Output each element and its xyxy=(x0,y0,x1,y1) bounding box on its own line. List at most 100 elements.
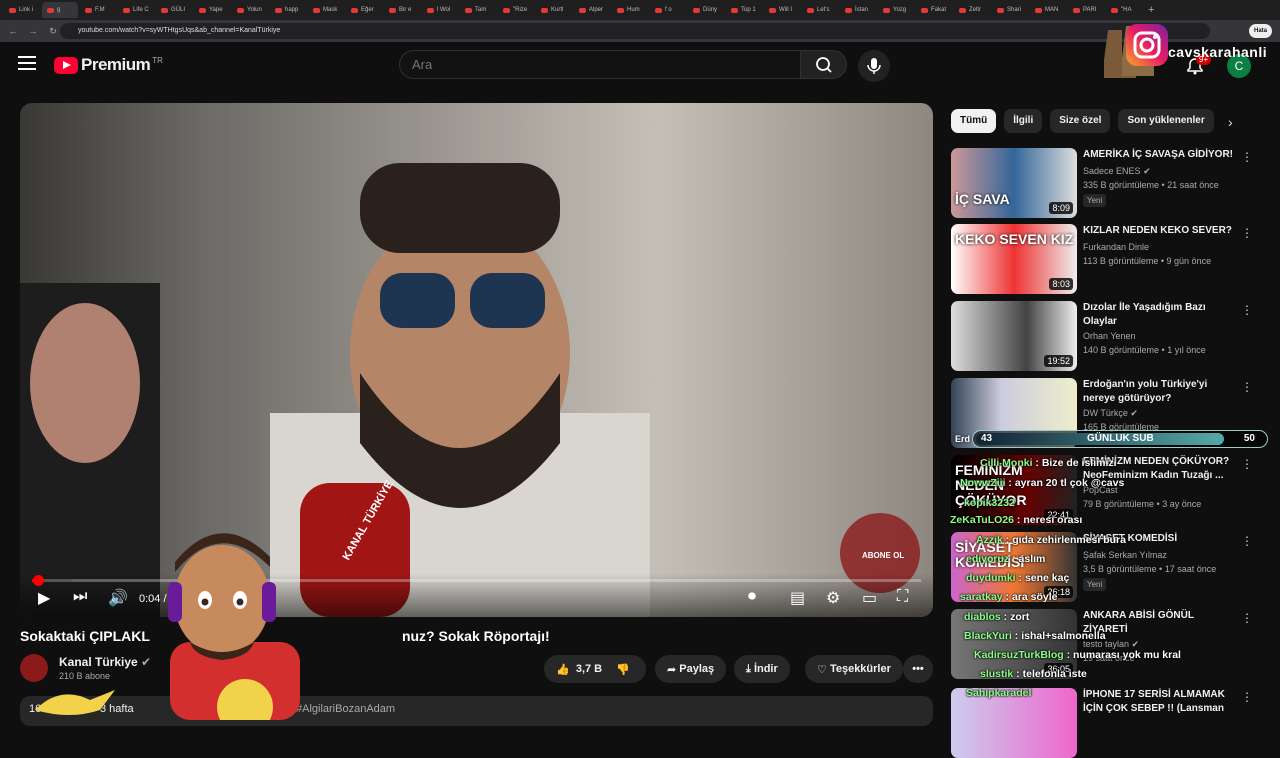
more-actions-button[interactable]: ••• xyxy=(903,655,933,683)
browser-tab[interactable]: l Wol xyxy=(422,2,458,18)
video-thumbnail[interactable]: 19:52 xyxy=(951,301,1077,371)
scrubber-handle[interactable] xyxy=(33,575,44,586)
browser-tab[interactable]: Link i xyxy=(4,2,40,18)
browser-tab[interactable]: Eğer xyxy=(346,2,382,18)
chat-message: Cilli Monki : Bize de islimizi xyxy=(980,457,1117,469)
download-button[interactable]: ⤓ İndir xyxy=(734,655,790,683)
video-title[interactable]: İPHONE 17 SERİSİ ALMAMAK İÇİN ÇOK SEBEP … xyxy=(1083,688,1233,716)
chat-username: diablos xyxy=(964,611,1001,623)
more-dots-icon[interactable]: ⋮ xyxy=(1241,380,1253,394)
chat-username: ZeKaTuLO26 xyxy=(950,514,1014,526)
more-dots-icon[interactable]: ⋮ xyxy=(1241,611,1253,625)
more-dots-icon[interactable]: ⋮ xyxy=(1241,534,1253,548)
browser-tab[interactable]: Kurtl xyxy=(536,2,572,18)
channel-name[interactable]: Furkandan Dinle xyxy=(1083,242,1149,252)
channel-avatar[interactable] xyxy=(20,654,48,682)
browser-tab[interactable]: Shari xyxy=(992,2,1028,18)
hashtag-link[interactable]: #AlgilariBozanAdam xyxy=(296,703,395,715)
thumbs-down-icon[interactable]: 👎 xyxy=(616,663,630,676)
browser-tab[interactable]: Tam xyxy=(460,2,496,18)
browser-tab[interactable]: GÜLI xyxy=(156,2,192,18)
browser-tab[interactable]: g xyxy=(42,2,78,18)
chip-3[interactable]: Son yüklenenler xyxy=(1118,109,1214,133)
sidebar-video-item[interactable]: 19:52 Dızolar İle Yaşadığım Bazı Olaylar O… xyxy=(951,301,1253,371)
browser-tab[interactable]: F.M xyxy=(80,2,116,18)
new-badge: Yeni xyxy=(1083,194,1107,207)
sidebar-video-item[interactable]: KEKO SEVEN KIZ 8:03 KIZLAR NEDEN KEKO SEVE… xyxy=(951,224,1253,294)
chip-1[interactable]: İlgili xyxy=(1004,109,1043,133)
browser-tab[interactable]: İstan xyxy=(840,2,876,18)
video-title[interactable]: AMERİKA İÇ SAVAŞA GİDİYOR! xyxy=(1083,148,1233,162)
autoplay-toggle-icon[interactable]: ⏺ xyxy=(748,588,756,606)
video-thumbnail[interactable]: KEKO SEVEN KIZ 8:03 xyxy=(951,224,1077,294)
browser-tab[interactable]: "HA xyxy=(1106,2,1142,18)
chat-text: gıda zehirlenmesi bura xyxy=(1012,534,1126,546)
play-icon[interactable]: ▶ xyxy=(38,588,50,608)
browser-tab[interactable]: Yape xyxy=(194,2,230,18)
browser-tab[interactable]: "Rize xyxy=(498,2,534,18)
thanks-button[interactable]: ♡ Teşekkürler xyxy=(805,655,903,683)
browser-tab[interactable]: PARI xyxy=(1068,2,1104,18)
browser-tab[interactable]: Alper xyxy=(574,2,610,18)
more-dots-icon[interactable]: ⋮ xyxy=(1241,690,1253,704)
browser-tab[interactable]: happ xyxy=(270,2,306,18)
channel-name[interactable]: Şafak Serkan Yılmaz xyxy=(1083,550,1167,560)
browser-tab[interactable]: Düny xyxy=(688,2,724,18)
more-dots-icon[interactable]: ⋮ xyxy=(1241,150,1253,164)
browser-tab[interactable]: Yolun xyxy=(232,2,268,18)
settings-gear-icon[interactable]: ⚙ xyxy=(826,588,840,608)
menu-icon[interactable] xyxy=(18,56,36,70)
search-button[interactable] xyxy=(800,50,847,79)
channel-name[interactable]: Sadece ENES ✔ xyxy=(1083,166,1151,177)
channel-name[interactable]: Orhan Yenen xyxy=(1083,331,1136,341)
chevron-right-icon[interactable]: › xyxy=(1228,114,1233,130)
video-title[interactable]: Dızolar İle Yaşadığım Bazı Olaylar xyxy=(1083,301,1233,329)
back-icon[interactable]: ← xyxy=(6,26,20,36)
new-tab-icon[interactable]: + xyxy=(1148,4,1154,16)
forward-icon[interactable]: → xyxy=(26,26,40,36)
chat-username: ediyoruz xyxy=(966,553,1010,565)
browser-tab[interactable]: Bir e xyxy=(384,2,420,18)
sidebar-video-item[interactable]: İÇ SAVA 8:09 AMERİKA İÇ SAVAŞA GİDİYOR! Sad… xyxy=(951,148,1253,218)
error-badge[interactable]: Hata xyxy=(1248,24,1272,38)
url-field[interactable]: youtube.com/watch?v=syWTHtgsUqs&ab_chann… xyxy=(60,23,1210,39)
captions-icon[interactable]: ▤ xyxy=(790,588,805,608)
like-button[interactable]: 👍 3,7 B 👎 xyxy=(544,655,646,683)
chat-username: KadirsuzTurkBlog xyxy=(974,649,1064,661)
address-bar-row: ← → ↻ youtube.com/watch?v=syWTHtgsUqs&ab… xyxy=(0,20,1280,42)
browser-tab[interactable]: Hum xyxy=(612,2,648,18)
video-title[interactable]: KIZLAR NEDEN KEKO SEVER? xyxy=(1083,224,1233,238)
next-icon[interactable]: ⏭ xyxy=(73,588,87,606)
browser-tab[interactable]: Yozg xyxy=(878,2,914,18)
browser-tab[interactable]: Top 1 xyxy=(726,2,762,18)
more-dots-icon[interactable]: ⋮ xyxy=(1241,226,1253,240)
more-dots-icon[interactable]: ⋮ xyxy=(1241,457,1253,471)
browser-tab[interactable]: Fakat xyxy=(916,2,952,18)
browser-tab[interactable]: Will I xyxy=(764,2,800,18)
channel-name[interactable]: Kanal Türkiye ✔ xyxy=(59,655,151,669)
browser-tab[interactable]: Life C xyxy=(118,2,154,18)
channel-name[interactable]: DW Türkçe ✔ xyxy=(1083,408,1138,419)
browser-tab[interactable]: Mask xyxy=(308,2,344,18)
chat-message: Sahipkaradel xyxy=(966,687,1031,699)
voice-search-button[interactable] xyxy=(858,50,890,82)
search-input[interactable] xyxy=(399,50,801,79)
volume-icon[interactable]: 🔊 xyxy=(108,588,128,608)
browser-tab[interactable]: Zeltr xyxy=(954,2,990,18)
video-title[interactable]: Erdoğan'ın yolu Türkiye'yi nereye götürü… xyxy=(1083,378,1233,406)
fullscreen-icon[interactable]: ⛶ xyxy=(897,588,908,606)
more-dots-icon[interactable]: ⋮ xyxy=(1241,303,1253,317)
browser-tab[interactable]: MAN xyxy=(1030,2,1066,18)
browser-tab[interactable]: Let's xyxy=(802,2,838,18)
chip-0[interactable]: Tümü xyxy=(951,109,997,133)
chat-text: aslım xyxy=(1018,553,1046,565)
chip-2[interactable]: Size özel xyxy=(1050,109,1111,133)
chat-username: NowwZiii xyxy=(960,477,1006,489)
youtube-logo[interactable]: Premium TR xyxy=(54,55,163,75)
theater-mode-icon[interactable]: ▭ xyxy=(862,588,877,608)
reload-icon[interactable]: ↻ xyxy=(46,26,60,37)
video-thumbnail[interactable]: İÇ SAVA 8:09 xyxy=(951,148,1077,218)
share-button[interactable]: ➦ Paylaş xyxy=(655,655,727,683)
browser-tab[interactable]: f o xyxy=(650,2,686,18)
youtube-favicon-icon xyxy=(845,7,852,13)
